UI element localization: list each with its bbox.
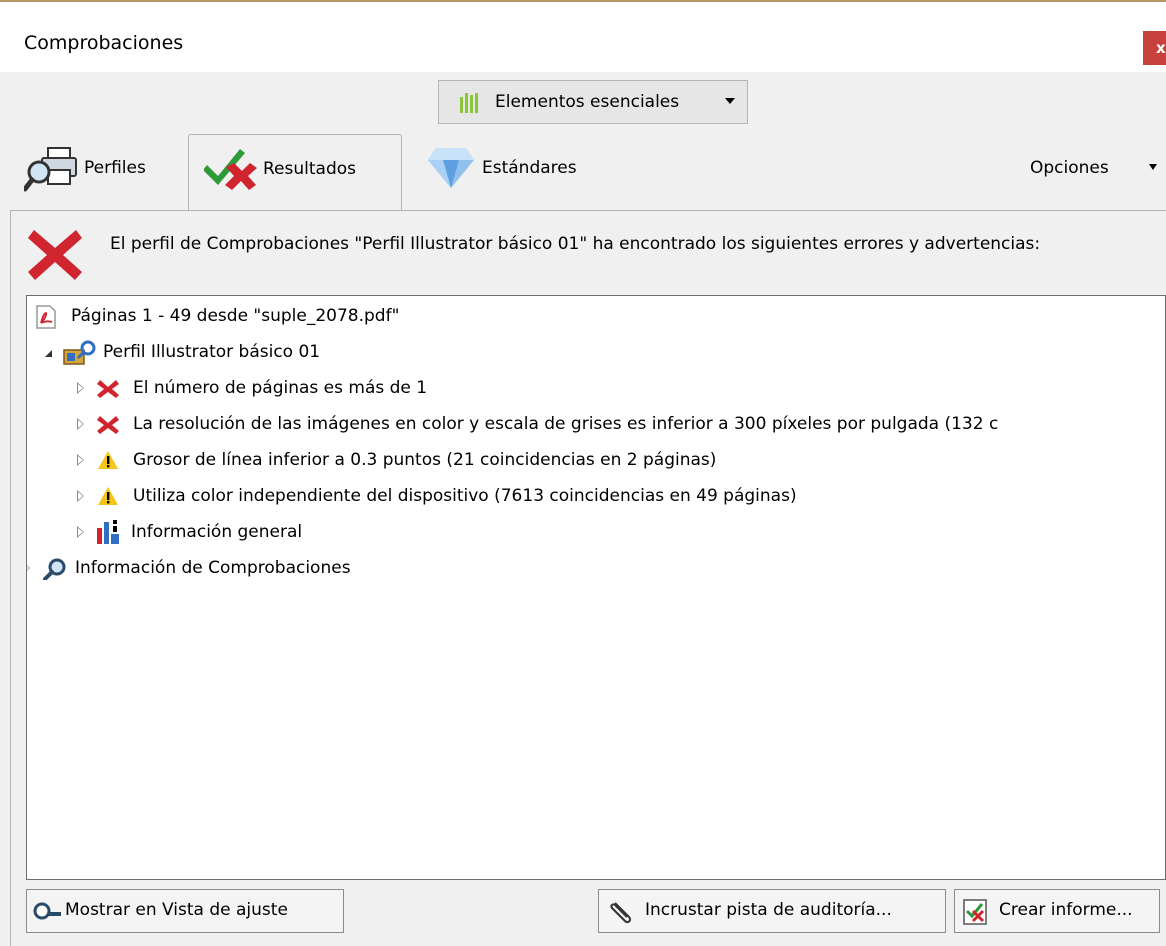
printer-magnifier-icon: [24, 147, 77, 192]
profile-icon: [63, 340, 96, 365]
create-report-label: Crear informe...: [999, 900, 1133, 920]
chevron-down-icon[interactable]: [1149, 164, 1157, 170]
tree-profile-label: Perfil Illustrator básico 01: [103, 342, 321, 362]
tab-resultados-label: Resultados: [263, 159, 356, 179]
magnifier-icon: [43, 558, 66, 580]
options-menu[interactable]: Opciones: [1030, 158, 1109, 178]
check-cross-icon: [204, 149, 257, 190]
expand-icon[interactable]: [77, 526, 84, 538]
essentials-label: Elementos esenciales: [495, 92, 680, 112]
expand-icon[interactable]: [27, 562, 30, 574]
tree-item-label: Grosor de línea inferior a 0.3 puntos (2…: [133, 450, 717, 470]
create-report-button[interactable]: Crear informe...: [954, 889, 1160, 933]
results-tree[interactable]: Páginas 1 - 49 desde "suple_2078.pdf" Pe…: [26, 295, 1166, 880]
expand-icon[interactable]: [77, 490, 84, 502]
close-icon: x: [1156, 39, 1166, 57]
bars-icon: [460, 93, 478, 113]
magnifier-icon: [33, 902, 61, 920]
expand-icon[interactable]: [77, 418, 84, 430]
embed-audit-label: Incrustar pista de auditoría...: [645, 900, 892, 920]
tree-item-label: Información general: [131, 522, 303, 542]
show-fixup-label: Mostrar en Vista de ajuste: [65, 900, 288, 920]
expand-icon[interactable]: [77, 454, 84, 466]
essentials-dropdown[interactable]: Elementos esenciales: [438, 80, 748, 124]
diamond-icon: [428, 148, 474, 188]
info-chart-icon: [97, 520, 119, 544]
embed-audit-button[interactable]: Incrustar pista de auditoría...: [598, 889, 946, 933]
show-fixup-button[interactable]: Mostrar en Vista de ajuste: [26, 889, 344, 933]
error-icon: [97, 416, 119, 434]
preflight-window: Comprobaciones x Elementos esenciales Pe…: [0, 0, 1166, 946]
status-message: El perfil de Comprobaciones "Perfil Illu…: [110, 234, 1041, 254]
collapse-icon[interactable]: [45, 350, 52, 357]
warning-icon: [98, 451, 118, 469]
close-button[interactable]: x: [1143, 31, 1166, 65]
tree-item-label: La resolución de las imágenes en color y…: [133, 414, 999, 434]
tab-resultados[interactable]: Resultados: [188, 134, 402, 212]
warning-icon: [98, 487, 118, 505]
tree-root-label: Páginas 1 - 49 desde "suple_2078.pdf": [71, 306, 400, 326]
tab-estandares[interactable]: Estándares: [420, 134, 620, 206]
expand-icon[interactable]: [77, 382, 84, 394]
error-icon: [97, 380, 119, 398]
window-title: Comprobaciones: [24, 32, 184, 54]
tab-estandares-label: Estándares: [482, 158, 577, 178]
paperclip-icon: [610, 902, 632, 924]
tree-item-label: El número de páginas es más de 1: [133, 378, 428, 398]
tree-item-label: Utiliza color independiente del disposit…: [133, 486, 797, 506]
report-icon: [963, 899, 987, 925]
tab-perfiles[interactable]: Perfiles: [24, 134, 184, 206]
tree-info-label: Información de Comprobaciones: [75, 558, 351, 578]
error-x-icon: [28, 230, 82, 280]
chevron-down-icon: [725, 98, 735, 104]
title-bar: Comprobaciones x: [0, 2, 1166, 72]
tab-perfiles-label: Perfiles: [84, 158, 146, 178]
pdf-icon: [36, 305, 56, 329]
